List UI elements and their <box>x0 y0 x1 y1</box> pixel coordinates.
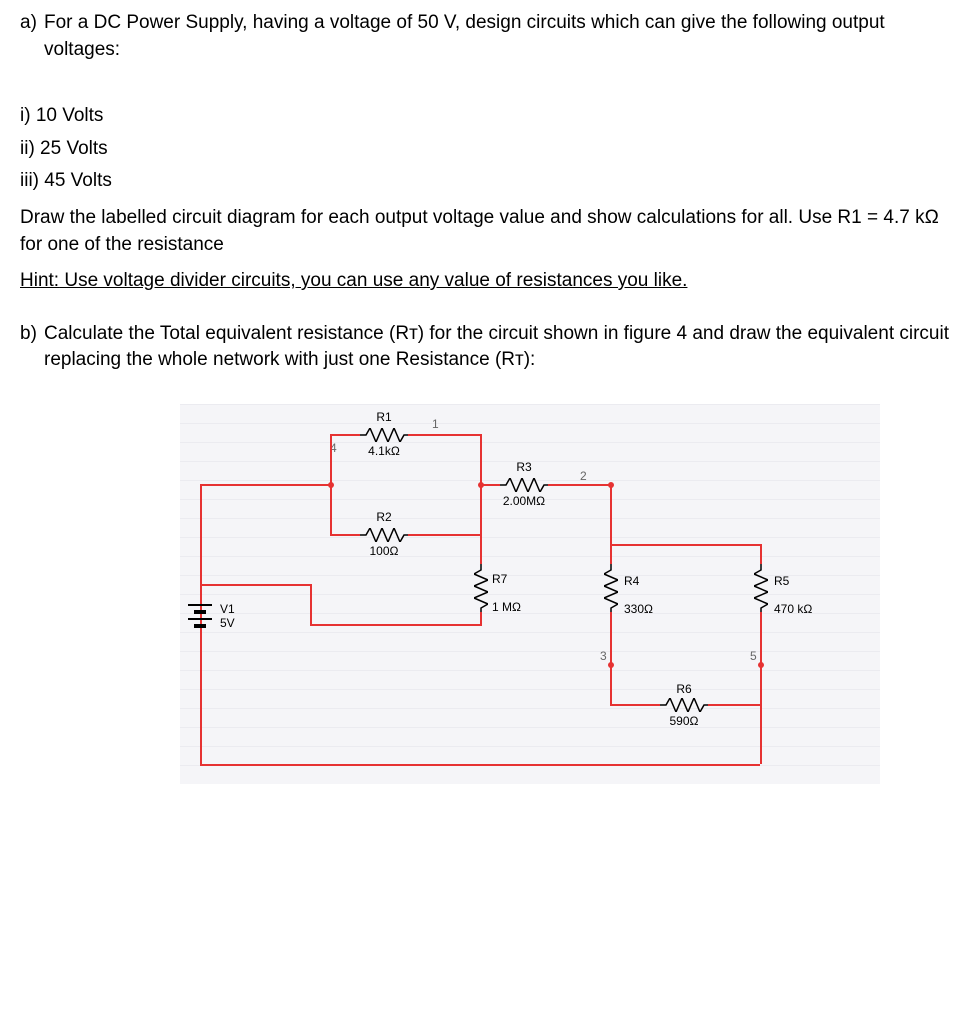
wire <box>548 484 610 486</box>
wire <box>610 664 612 704</box>
wire <box>760 664 762 704</box>
resistor-r4-icon <box>604 564 618 612</box>
resistor-r6-icon <box>660 698 708 712</box>
wire <box>330 434 332 484</box>
r5-value: 470 kΩ <box>774 602 812 616</box>
r6-name: R6 <box>660 682 708 696</box>
part-a-hint: Hint: Use voltage divider circuits, you … <box>20 268 960 295</box>
part-a-label: a) <box>20 10 44 63</box>
wire <box>408 534 480 536</box>
wire <box>310 584 312 624</box>
source-name: V1 <box>220 602 235 616</box>
node-2-label: 2 <box>580 468 587 485</box>
wire <box>610 544 760 546</box>
r2-value: 100Ω <box>356 544 412 558</box>
node-1-label: 1 <box>432 416 439 433</box>
wire <box>480 612 482 624</box>
resistor-r1-icon <box>360 428 408 442</box>
r1-value: 4.1kΩ <box>356 444 412 458</box>
resistor-r5-icon <box>754 564 768 612</box>
r7-name: R7 <box>492 572 507 586</box>
wire <box>760 544 762 564</box>
wire <box>200 484 330 486</box>
node-5-label: 5 <box>750 648 757 665</box>
wire <box>708 704 760 706</box>
r4-name: R4 <box>624 574 639 588</box>
resistor-r2-icon <box>360 528 408 542</box>
wire <box>408 434 480 436</box>
wire <box>480 484 500 486</box>
wire <box>610 704 660 706</box>
source-label: V1 5V <box>220 602 235 631</box>
part-a-instruction: Draw the labelled circuit diagram for ea… <box>20 205 960 258</box>
wire <box>480 434 482 484</box>
r3-value: 2.00MΩ <box>492 494 556 508</box>
wire <box>200 764 760 766</box>
circuit-diagram: V1 5V 4 R1 4.1kΩ 1 R2 100Ω R3 2.00MΩ 2 R… <box>180 404 880 784</box>
hint-text: Use voltage divider circuits, you can us… <box>59 270 687 291</box>
r4-value: 330Ω <box>624 602 653 616</box>
r6-value: 590Ω <box>656 714 712 728</box>
part-b-intro: b) Calculate the Total equivalent resist… <box>20 321 960 374</box>
part-a-text: For a DC Power Supply, having a voltage … <box>44 10 960 63</box>
wire <box>330 434 360 436</box>
sub-item-ii: ii) 25 Volts <box>20 136 960 163</box>
node-3-label: 3 <box>600 648 607 665</box>
source-value: 5V <box>220 616 235 630</box>
wire <box>760 612 762 664</box>
resistor-r7-icon <box>474 564 488 612</box>
sub-item-i: i) 10 Volts <box>20 103 960 130</box>
wire <box>610 484 612 564</box>
wire <box>330 534 360 536</box>
r3-name: R3 <box>500 460 548 474</box>
resistor-r3-icon <box>500 478 548 492</box>
r2-name: R2 <box>360 510 408 524</box>
wire <box>200 584 310 586</box>
sub-item-iii: iii) 45 Volts <box>20 168 960 195</box>
wire <box>330 484 332 534</box>
part-b-label: b) <box>20 321 44 374</box>
part-b-text: Calculate the Total equivalent resistanc… <box>44 321 960 374</box>
wire <box>610 612 612 664</box>
wire <box>310 624 482 626</box>
hint-label: Hint: <box>20 270 59 291</box>
wire <box>480 484 482 564</box>
battery-icon <box>188 604 212 628</box>
part-a-intro: a) For a DC Power Supply, having a volta… <box>20 10 960 63</box>
r5-name: R5 <box>774 574 789 588</box>
r1-name: R1 <box>360 410 408 424</box>
r7-value: 1 MΩ <box>492 600 521 614</box>
